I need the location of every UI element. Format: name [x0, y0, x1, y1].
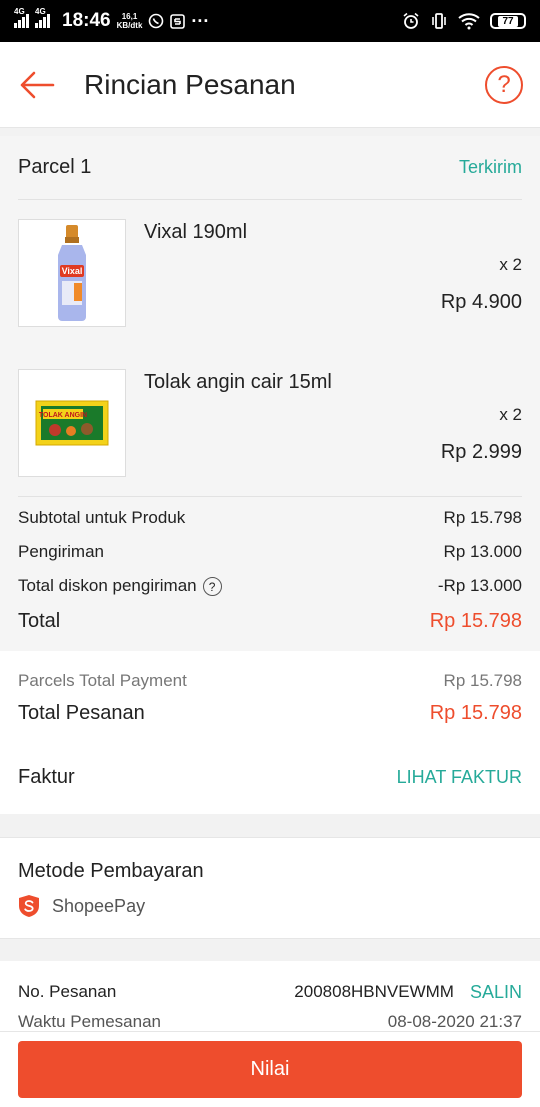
invoice-row: Faktur LIHAT FAKTUR — [0, 749, 540, 805]
total-label: Total — [18, 609, 61, 632]
product-price: Rp 4.900 — [440, 291, 522, 313]
parcel-name: Parcel 1 — [18, 156, 92, 178]
parcels-total-label: Parcels Total Payment — [18, 671, 187, 690]
order-number-label: No. Pesanan — [18, 982, 117, 1001]
parcels-total-value: Rp 15.798 — [443, 671, 522, 690]
battery-level: 77 — [498, 15, 518, 27]
alarm-icon — [403, 12, 419, 29]
shipping-label: Pengiriman — [18, 542, 104, 561]
network-type: 4G — [14, 7, 25, 16]
clock: 18:46 — [62, 10, 111, 31]
subtotal-value: Rp 15.798 — [443, 508, 522, 527]
order-total-value: Rp 15.798 — [429, 701, 522, 724]
total-row: Total Rp 15.798 — [18, 603, 522, 639]
product-item[interactable]: TOLAK ANGIN Tolak angin cair 15ml x 2 Rp… — [18, 369, 522, 477]
order-time-label: Waktu Pemesanan — [18, 1012, 161, 1031]
whatsapp-icon — [149, 13, 164, 29]
parcel-card: Parcel 1 Terkirim Vixal Vixal 190ml x 2 … — [0, 136, 540, 651]
shipping-discount-label-wrap: Total diskon pengiriman? — [18, 576, 222, 596]
shipping-value: Rp 13.000 — [443, 542, 522, 561]
product-image: TOLAK ANGIN — [18, 369, 126, 477]
invoice-label: Faktur — [18, 765, 75, 788]
payment-method-section: Metode Pembayaran ShopeePay — [0, 837, 540, 939]
product-name: Tolak angin cair 15ml — [144, 371, 332, 393]
net-speed-unit: KB/dtk — [116, 21, 143, 30]
parcels-total-row: Parcels Total Payment Rp 15.798 — [0, 667, 540, 695]
signal-icon-2: 4G — [35, 7, 50, 28]
order-number-value: 200808HBNVEWMM — [294, 982, 454, 1001]
shipping-discount-row: Total diskon pengiriman? -Rp 13.000 — [18, 569, 522, 603]
payment-method: ShopeePay — [18, 894, 145, 918]
bottom-action-bar: Nilai — [0, 1031, 540, 1107]
order-info-section: No. Pesanan 200808HBNVEWMM SALIN Waktu P… — [0, 961, 540, 1031]
product-price: Rp 2.999 — [440, 441, 522, 463]
copy-button[interactable]: SALIN — [470, 982, 522, 1003]
page-title: Rincian Pesanan — [84, 68, 296, 100]
product-name: Vixal 190ml — [144, 221, 248, 243]
rate-button[interactable]: Nilai — [18, 1041, 522, 1098]
product-quantity: x 2 — [499, 405, 522, 424]
status-bar: 4G 4G 18:46 16,1 KB/dtk ··· 77 — [0, 0, 540, 42]
payment-title: Metode Pembayaran — [18, 860, 204, 882]
shipping-discount-value: -Rp 13.000 — [437, 576, 522, 595]
info-icon[interactable]: ? — [202, 577, 222, 596]
product-image: Vixal — [18, 219, 126, 327]
order-totals: Parcels Total Payment Rp 15.798 Total Pe… — [0, 651, 540, 814]
vixal-bottle-image: Vixal — [58, 225, 86, 321]
payment-method-name: ShopeePay — [52, 895, 146, 916]
order-time-row: Waktu Pemesanan 08-08-2020 21:37 — [0, 1007, 540, 1031]
shopeepay-icon — [19, 895, 39, 917]
signal-icon: 4G — [14, 7, 29, 28]
net-speed: 16,1 KB/dtk — [117, 12, 143, 30]
shipping-discount-label: Total diskon pengiriman — [18, 575, 197, 595]
wifi-icon — [458, 13, 480, 30]
total-value: Rp 15.798 — [429, 609, 522, 632]
vibrate-icon — [432, 13, 446, 29]
view-invoice-link[interactable]: LIHAT FAKTUR — [397, 767, 522, 788]
svg-text:Vixal: Vixal — [62, 266, 83, 276]
order-number-row: No. Pesanan 200808HBNVEWMM SALIN — [0, 977, 540, 1007]
network-type-2: 4G — [35, 7, 46, 16]
subtotal-label: Subtotal untuk Produk — [18, 508, 186, 527]
svg-text:TOLAK ANGIN: TOLAK ANGIN — [39, 412, 87, 419]
product-quantity: x 2 — [499, 255, 522, 274]
order-total-row: Total Pesanan Rp 15.798 — [0, 695, 540, 731]
help-button[interactable]: ? — [485, 65, 523, 104]
subtotal-row: Subtotal untuk Produk Rp 15.798 — [18, 501, 522, 535]
shipping-row: Pengiriman Rp 13.000 — [18, 535, 522, 569]
app-bar: Rincian Pesanan ? — [0, 42, 540, 128]
order-time-value: 08-08-2020 21:37 — [387, 1012, 522, 1031]
tolak-angin-pack-image: TOLAK ANGIN — [35, 400, 109, 446]
more-notifications-icon: ··· — [191, 10, 210, 31]
price-summary: Subtotal untuk Produk Rp 15.798 Pengirim… — [18, 496, 522, 639]
parcel-header: Parcel 1 Terkirim — [18, 136, 522, 200]
back-button[interactable] — [2, 42, 72, 128]
parcel-status: Terkirim — [459, 157, 522, 177]
back-arrow-icon — [20, 71, 55, 98]
net-speed-value: 16,1 — [121, 12, 138, 21]
shopee-notification-icon — [170, 13, 186, 29]
order-total-label: Total Pesanan — [18, 701, 145, 724]
battery-icon: 77 — [490, 13, 526, 29]
product-item[interactable]: Vixal Vixal 190ml x 2 Rp 4.900 — [18, 219, 522, 327]
